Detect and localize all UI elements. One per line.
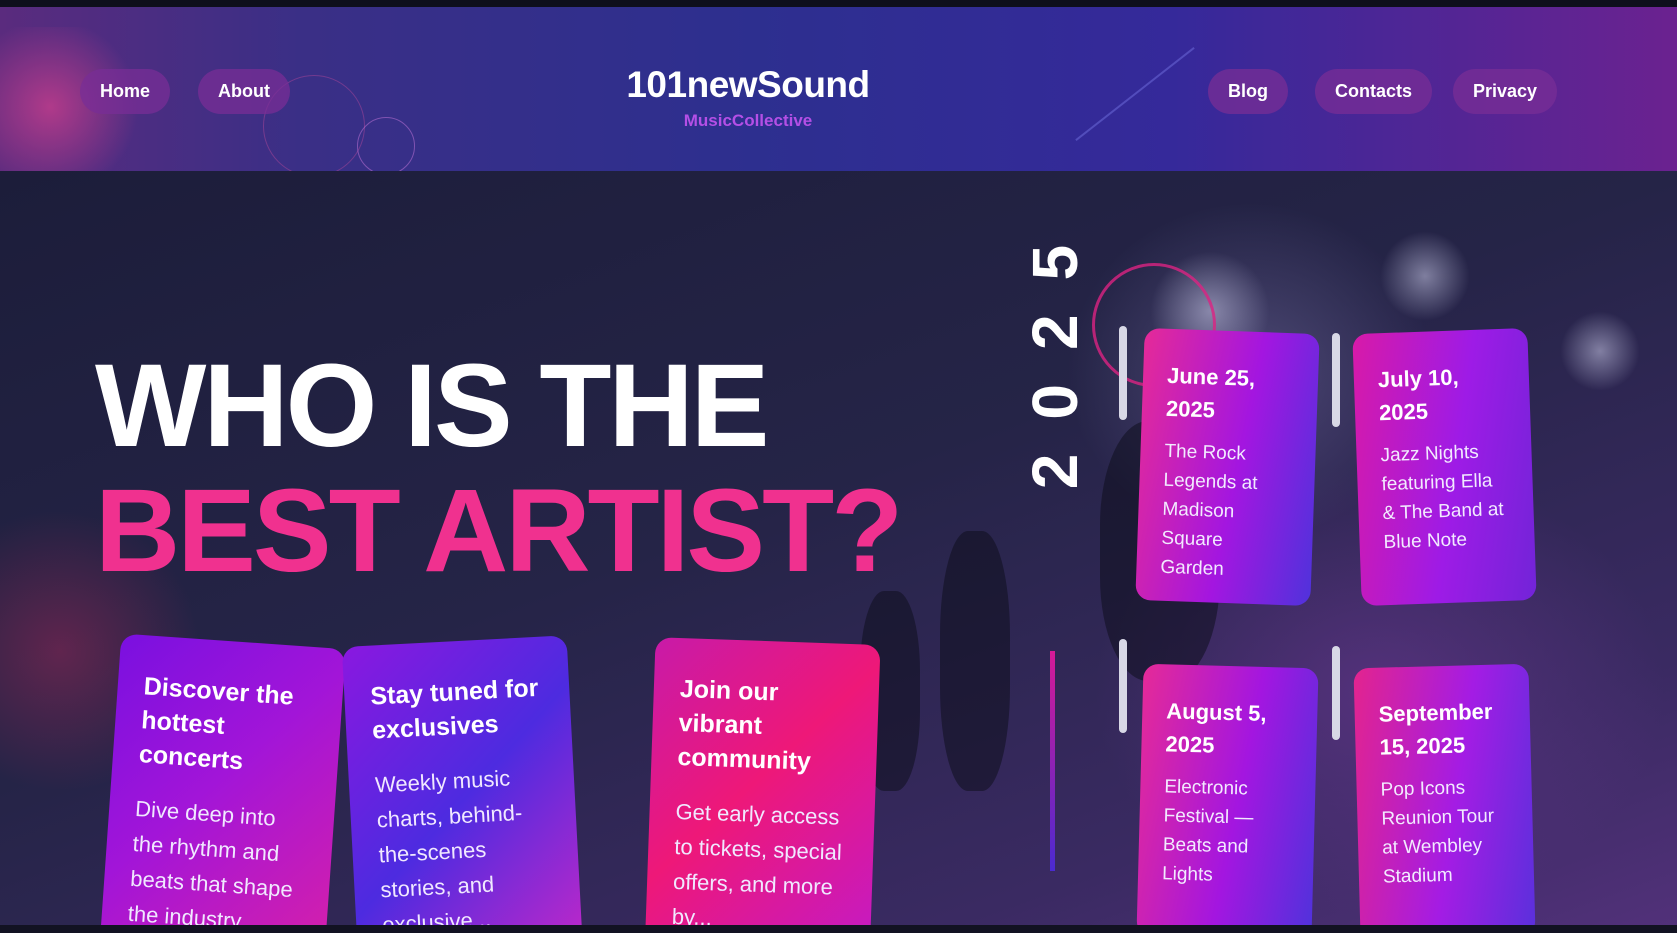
timeline-year-label: 2025 (1019, 210, 1091, 490)
event-card[interactable]: June 25, 2025 The Rock Legends at Madiso… (1135, 328, 1320, 606)
nav-blog-button[interactable]: Blog (1208, 69, 1288, 114)
stage-light (1380, 231, 1470, 321)
event-date: June 25, 2025 (1165, 362, 1256, 423)
decorative-ring-small (357, 117, 415, 171)
stage-light (1560, 311, 1640, 391)
feature-card-text: Dive deep into the rhythm and beats that… (127, 795, 294, 933)
feature-card[interactable]: Stay tuned for exclusives Weekly music c… (341, 635, 584, 933)
window-top-strip (0, 0, 1677, 7)
feature-card-text: Get early access to tickets, special off… (671, 798, 843, 931)
event-title: Electronic Festival — Beats and Lights (1161, 776, 1254, 886)
event-card[interactable]: July 10, 2025 Jazz Nights featuring Ella… (1352, 328, 1537, 606)
timeline-tick (1119, 639, 1127, 733)
site-header: Home About 101newSound MusicCollective B… (0, 7, 1677, 171)
hero-title-line1: WHO IS THE (95, 340, 769, 472)
feature-card[interactable]: Join our vibrant community Get early acc… (644, 637, 881, 933)
event-date: July 10, 2025 (1377, 364, 1460, 426)
decorative-line (1075, 47, 1195, 141)
feature-card[interactable]: Discover the hottest concerts Dive deep … (99, 633, 346, 933)
hero-section: WHO IS THE BEST ARTIST? Discover the hot… (0, 171, 1677, 933)
event-card[interactable]: September 15, 2025 Pop Icons Reunion Tou… (1353, 663, 1536, 933)
nav-contacts-button[interactable]: Contacts (1315, 69, 1433, 114)
nav-about-button[interactable]: About (198, 69, 290, 114)
timeline-tick (1332, 333, 1340, 427)
event-date: September 15, 2025 (1378, 698, 1493, 760)
brand-logo[interactable]: 101newSound (600, 65, 896, 105)
event-title: The Rock Legends at Madison Square Garde… (1160, 440, 1258, 580)
feature-card-title: Join our vibrant community (676, 675, 812, 776)
window-bottom-strip (0, 925, 1677, 933)
event-title: Pop Icons Reunion Tour at Wembley Stadiu… (1380, 777, 1495, 888)
timeline-line (1050, 651, 1055, 871)
timeline-tick (1119, 326, 1127, 420)
event-title: Jazz Nights featuring Ella & The Band at… (1380, 441, 1505, 554)
nav-home-button[interactable]: Home (80, 69, 171, 114)
nav-privacy-button[interactable]: Privacy (1453, 69, 1558, 114)
feature-card-text: Weekly music charts, behind-the-scenes s… (374, 765, 523, 933)
performer-silhouette (940, 531, 1010, 791)
feature-card-title: Stay tuned for exclusives (369, 673, 539, 745)
event-card[interactable]: August 5, 2025 Electronic Festival — Bea… (1136, 663, 1319, 933)
event-date: August 5, 2025 (1165, 698, 1267, 758)
hero-title-line2: BEST ARTIST? (95, 465, 903, 597)
brand-tagline: MusicCollective (683, 111, 813, 130)
timeline-tick (1332, 646, 1340, 740)
feature-card-title: Discover the hottest concerts (138, 672, 295, 776)
